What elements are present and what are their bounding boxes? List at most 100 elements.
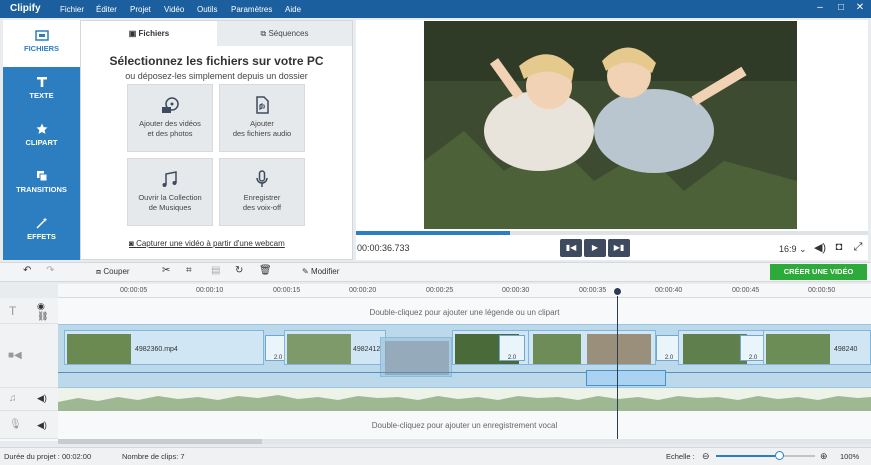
nav-label: TRANSITIONS (16, 185, 67, 194)
dragged-clip[interactable] (380, 337, 452, 377)
speaker-icon[interactable]: ◀) (37, 420, 47, 431)
video-clip[interactable] (528, 330, 656, 365)
video-clip[interactable]: 4982412 (284, 330, 386, 365)
volume-line (58, 372, 871, 373)
maximize-button[interactable]: □ (834, 2, 848, 13)
undo-icon[interactable]: ↶ (23, 265, 31, 276)
edit-label: Modifier (310, 267, 340, 276)
transition-marker[interactable]: 2.0 (499, 335, 525, 361)
folder-icon (34, 30, 49, 41)
audio-waveform (58, 395, 871, 411)
video-clip[interactable]: 4982360.mp4 (64, 330, 264, 365)
cut-button[interactable]: ⧈ Couper (96, 267, 130, 277)
video-track[interactable]: 4982360.mp4 2.0 4982412 2.0 2.0 2.0 4982… (58, 324, 871, 388)
speaker-icon[interactable]: ◀) (37, 393, 47, 404)
video-frame-image (424, 21, 797, 229)
cut-label: Couper (103, 267, 130, 276)
playhead[interactable] (617, 287, 618, 439)
music-collection-button[interactable]: Ouvrir la Collection de Musiques (127, 158, 213, 226)
nav-label: FICHIERS (23, 44, 59, 53)
scrollbar-thumb[interactable] (58, 439, 262, 444)
horizontal-scrollbar[interactable] (58, 439, 871, 444)
edit-button[interactable]: ✎ Modifier (302, 267, 339, 276)
rotate-icon[interactable]: ↻ (235, 265, 243, 276)
menu-projet[interactable]: Projet (130, 5, 151, 14)
redo-icon[interactable]: ↷ (46, 265, 54, 276)
snapshot-icon[interactable]: ◘ (832, 241, 846, 255)
filmstrip-icon[interactable]: ▤ (211, 265, 220, 276)
link-icon[interactable]: ⛓ (37, 311, 48, 322)
tab-sequences[interactable]: ⧉ Séquences (217, 21, 352, 46)
audio-file-icon (256, 96, 269, 114)
menu-editer[interactable]: Éditer (96, 5, 117, 14)
ruler-tick: 00:00:20 (349, 287, 377, 294)
app-logo: Clipify (10, 3, 41, 14)
previous-button[interactable]: ▮◀ (560, 239, 582, 257)
clip-name: 4982412 (353, 346, 381, 353)
playback-progress[interactable] (356, 231, 868, 235)
next-button[interactable]: ▶▮ (608, 239, 630, 257)
zoom-slider-handle[interactable] (775, 451, 784, 460)
nav-effets[interactable]: EFFETS (3, 208, 80, 255)
scissors-icon[interactable]: ✂ (162, 265, 170, 276)
tab-label: Fichiers (138, 29, 170, 38)
zoom-slider[interactable] (716, 455, 815, 457)
webcam-label: Capturer une vidéo à partir d'une webcam (136, 239, 285, 248)
ruler-tick: 00:00:45 (732, 287, 760, 294)
menu-video[interactable]: Vidéo (164, 5, 184, 14)
file-panel: ▣ Fichiers ⧉ Séquences Sélectionnez les … (80, 20, 353, 260)
aspect-ratio-select[interactable]: 16:9 ⌄ (779, 244, 807, 255)
tab-fichiers[interactable]: ▣ Fichiers (81, 21, 217, 46)
clip-thumbnail (67, 334, 131, 364)
clip-thumbnail (287, 334, 351, 364)
audio-track[interactable] (58, 388, 871, 411)
text-track-hint[interactable]: Double-cliquez pour ajouter une légende … (58, 308, 871, 317)
microphone-icon (256, 170, 268, 187)
volume-icon[interactable]: ◀) (813, 241, 827, 255)
menu-parametres[interactable]: Paramètres (231, 5, 272, 14)
playhead-handle[interactable] (613, 287, 622, 296)
voice-track-header: 🎙 ◀) (0, 411, 58, 439)
clip-thumbnail (587, 334, 651, 364)
zoom-fill (716, 455, 776, 457)
play-button[interactable]: ▶ (584, 239, 606, 257)
star-icon (36, 123, 47, 134)
menu-fichier[interactable]: Fichier (60, 5, 84, 14)
add-videos-photos-button[interactable]: Ajouter des vidéos et des photos (127, 84, 213, 152)
nav-texte[interactable]: TEXTE (3, 67, 80, 114)
scale-label: Echelle : (666, 452, 695, 461)
zoom-out-icon[interactable]: ⊖ (702, 451, 710, 462)
tile-label: de Musiques (148, 203, 192, 212)
selected-segment[interactable] (586, 370, 666, 386)
project-duration: Durée du projet : 00:02:00 (4, 452, 92, 461)
crop-icon[interactable]: ⌗ (186, 265, 192, 276)
fullscreen-icon[interactable]: ⤢ (851, 241, 865, 255)
zoom-in-icon[interactable]: ⊕ (820, 451, 828, 462)
trash-icon[interactable]: 🗑 (259, 265, 272, 276)
nav-fichiers[interactable]: FICHIERS (3, 20, 80, 67)
webcam-link[interactable]: ◙ Capturer une vidéo à partir d'une webc… (129, 239, 285, 248)
voice-track-hint[interactable]: Double-cliquez pour ajouter un enregistr… (58, 421, 871, 430)
ruler-tick: 00:00:30 (502, 287, 530, 294)
nav-clipart[interactable]: CLIPART (3, 114, 80, 161)
menu-aide[interactable]: Aide (285, 5, 301, 14)
record-voiceover-button[interactable]: Enregistrer des voix-off (219, 158, 305, 226)
music-notes-icon (162, 171, 177, 187)
ruler-tick: 00:00:10 (196, 287, 224, 294)
tile-label: Enregistrer (243, 193, 281, 202)
timeline-ruler[interactable]: 00:00:05 00:00:10 00:00:15 00:00:20 00:0… (58, 284, 871, 298)
close-button[interactable]: ✕ (853, 2, 867, 13)
ruler-tick: 00:00:05 (120, 287, 148, 294)
music-note-icon: ♫ (9, 393, 17, 404)
ruler-tick: 00:00:50 (808, 287, 836, 294)
create-video-button[interactable]: CRÉER UNE VIDÉO (770, 264, 867, 280)
clip-thumbnail (385, 341, 449, 375)
video-clip[interactable]: 498240 (763, 330, 871, 365)
menu-outils[interactable]: Outils (197, 5, 217, 14)
ruler-tick: 00:00:35 (579, 287, 607, 294)
minimize-button[interactable]: – (813, 2, 827, 13)
clip-thumbnail (533, 334, 581, 364)
nav-transitions[interactable]: TRANSITIONS (3, 161, 80, 208)
ruler-tick: 00:00:40 (655, 287, 683, 294)
add-audio-button[interactable]: Ajouter des fichiers audio (219, 84, 305, 152)
